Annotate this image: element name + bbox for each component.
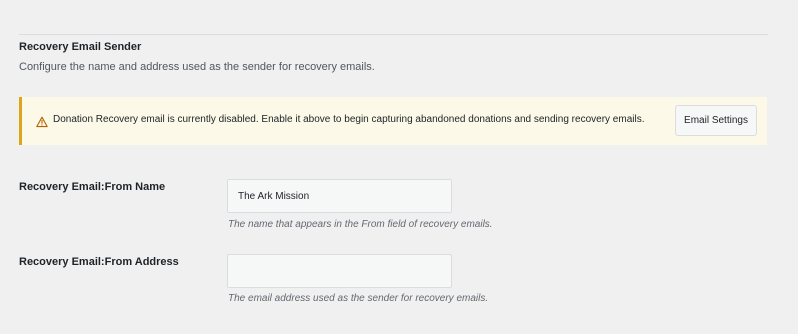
notice-text: Donation Recovery email is currently dis…: [53, 114, 645, 125]
email-settings-button[interactable]: Email Settings: [675, 105, 757, 136]
warning-icon: [36, 115, 48, 128]
section-divider: [19, 34, 768, 35]
from-name-help: The name that appears in the From field …: [228, 219, 493, 230]
from-address-input[interactable]: [227, 254, 452, 288]
from-address-label: Recovery Email:From Address: [19, 256, 179, 268]
from-name-input[interactable]: [227, 179, 452, 213]
section-title: Recovery Email Sender: [19, 41, 142, 53]
disabled-notice: Donation Recovery email is currently dis…: [19, 97, 767, 145]
section-description: Configure the name and address used as t…: [19, 61, 375, 73]
from-address-help: The email address used as the sender for…: [228, 293, 489, 304]
from-name-label: Recovery Email:From Name: [19, 181, 166, 193]
